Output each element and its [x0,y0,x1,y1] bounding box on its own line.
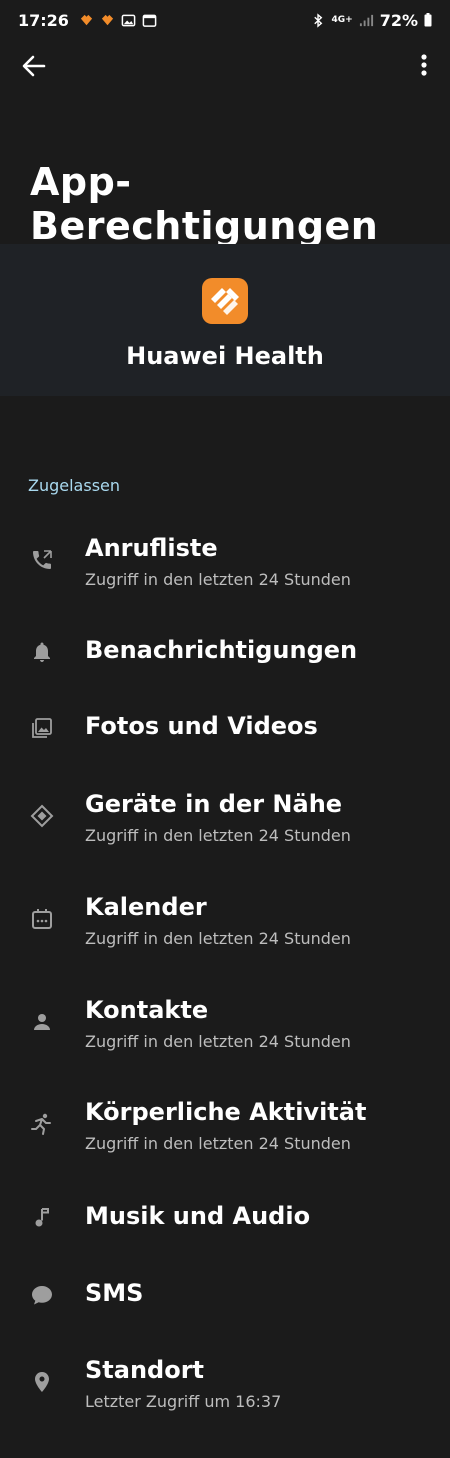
permission-label: Geräte in der Nähe [85,790,343,818]
permission-subtitle: Letzter Zugriff um 16:37 [85,1392,282,1411]
permission-label: Anrufliste [85,534,218,562]
page-title: App-Berechtigungen [30,160,379,248]
calendar-icon [32,909,52,929]
permission-label: Körperliche Aktivität [85,1098,367,1126]
permission-label: Musik und Audio [85,1202,311,1230]
permission-label: SMS [85,1279,144,1307]
status-bar: 17:26 4G+ 72% [0,0,450,40]
location-pin-icon [35,1372,49,1392]
permission-item-nearby-devices[interactable]: Geräte in der Nähe Zugriff in den letzte… [0,786,450,856]
permission-label: Standort [85,1356,205,1384]
permission-item-photos-videos[interactable]: Fotos und Videos [0,698,450,758]
chat-bubble-icon [32,1286,52,1305]
nearby-devices-icon [30,804,54,828]
section-label-allowed: Zugelassen [28,476,121,495]
permission-subtitle: Zugriff in den letzten 24 Stunden [85,826,351,845]
permission-subtitle: Zugriff in den letzten 24 Stunden [85,1032,351,1051]
more-options-icon[interactable] [412,50,436,82]
permission-subtitle: Zugriff in den letzten 24 Stunden [85,1134,351,1153]
huawei-health-app-icon [202,278,248,324]
call-log-icon [33,550,52,569]
huawei-health-notification-icon [101,14,114,25]
gallery-notification-icon [121,14,136,26]
bell-icon [34,642,50,662]
permission-label: Benachrichtigungen [85,636,358,664]
permission-label: Fotos und Videos [85,712,318,740]
permission-subtitle: Zugriff in den letzten 24 Stunden [85,929,351,948]
permission-label: Kontakte [85,996,209,1024]
activity-icon [31,1113,51,1135]
permission-label: Kalender [85,893,207,921]
huawei-health-notification-icon [80,14,93,25]
bluetooth-icon [313,12,322,28]
person-icon [34,1014,50,1030]
permission-subtitle: Zugriff in den letzten 24 Stunden [85,570,351,589]
permission-item-contacts[interactable]: Kontakte Zugriff in den letzten 24 Stund… [0,992,450,1062]
battery-icon [424,13,432,27]
permission-item-calendar[interactable]: Kalender Zugriff in den letzten 24 Stund… [0,889,450,959]
permission-item-physical-activity[interactable]: Körperliche Aktivität Zugriff in den let… [0,1094,450,1164]
back-arrow-icon[interactable] [18,50,50,82]
signal-strength-icon [359,14,373,26]
music-note-icon [35,1208,49,1227]
app-header: Huawei Health [0,244,450,396]
permission-item-sms[interactable]: SMS [0,1265,450,1325]
permission-item-call-log[interactable]: Anrufliste Zugriff in den letzten 24 Stu… [0,530,450,600]
calendar-notification-icon [142,14,157,27]
top-app-bar [0,40,450,90]
app-name: Huawei Health [126,342,324,370]
battery-percent: 72% [379,10,418,30]
permission-item-location[interactable]: Standort Letzter Zugriff um 16:37 [0,1352,450,1422]
permission-item-notifications[interactable]: Benachrichtigungen [0,622,450,682]
network-type: 4G+ [331,15,353,25]
status-time: 17:26 [18,10,69,30]
photos-icon [32,718,52,738]
permission-item-music-audio[interactable]: Musik und Audio [0,1188,450,1248]
